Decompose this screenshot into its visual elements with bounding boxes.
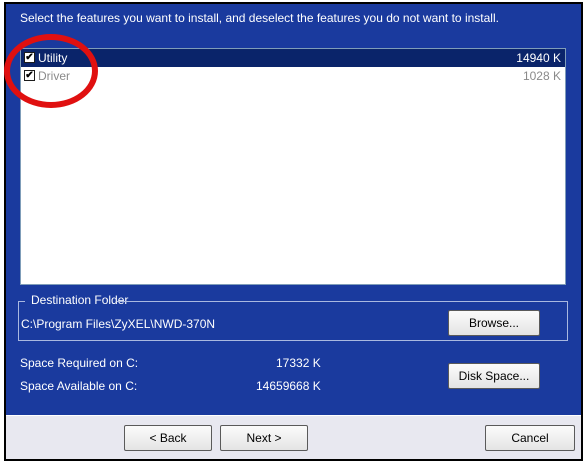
feature-list[interactable]: ✔ Utility 14940 K ✔ Driver 1028 K — [20, 48, 566, 285]
space-required-label: Space Required on C: — [20, 356, 139, 370]
feature-size: 1028 K — [522, 69, 561, 83]
browse-button[interactable]: Browse... — [448, 310, 540, 336]
utility-checkbox[interactable]: ✔ — [24, 52, 35, 63]
disk-space-button-label: Disk Space... — [458, 369, 530, 383]
feature-row-driver[interactable]: ✔ Driver 1028 K — [21, 67, 565, 85]
driver-checkbox[interactable]: ✔ — [24, 70, 35, 81]
back-button[interactable]: < Back — [124, 425, 212, 451]
installer-dialog: Select the features you want to install,… — [4, 2, 583, 461]
feature-label: Driver — [38, 69, 70, 83]
disk-space-button[interactable]: Disk Space... — [448, 363, 540, 389]
browse-button-label: Browse... — [468, 316, 519, 330]
space-available-label: Space Available on C: — [20, 379, 138, 393]
button-bar: < Back Next > Cancel — [6, 415, 581, 459]
space-available-value: 14659668 K — [256, 379, 321, 393]
back-button-label: < Back — [149, 431, 187, 445]
destination-folder-legend: Destination Folder — [31, 293, 129, 307]
feature-size: 14940 K — [516, 51, 561, 65]
feature-label: Utility — [38, 51, 68, 65]
space-required-value: 17332 K — [276, 356, 321, 370]
cancel-button-label: Cancel — [511, 431, 549, 445]
destination-path: C:\Program Files\ZyXEL\NWD-370N — [21, 317, 216, 331]
next-button[interactable]: Next > — [220, 425, 308, 451]
feature-row-utility[interactable]: ✔ Utility 14940 K — [21, 49, 565, 67]
cancel-button[interactable]: Cancel — [485, 425, 575, 451]
next-button-label: Next > — [246, 431, 282, 445]
instruction-text: Select the features you want to install,… — [20, 11, 499, 25]
